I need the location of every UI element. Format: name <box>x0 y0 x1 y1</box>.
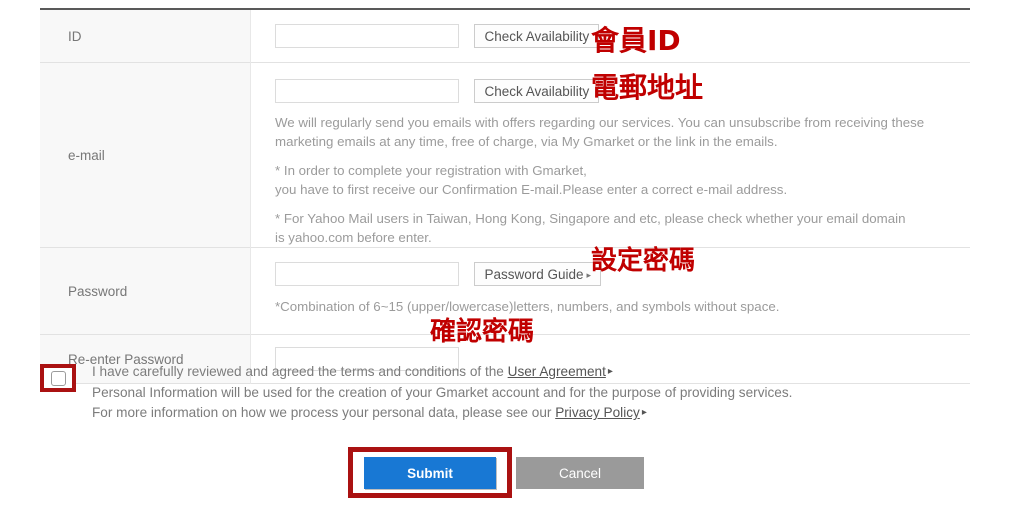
agreement-row: I have carefully reviewed and agreed the… <box>40 362 940 424</box>
table-row-id: ID Check Availability <box>40 9 970 63</box>
submit-button[interactable]: Submit <box>364 457 496 489</box>
check-availability-email-button[interactable]: Check Availability <box>474 79 600 103</box>
user-agreement-link[interactable]: User Agreement <box>508 364 606 379</box>
agreement-line-2: Personal Information will be used for th… <box>92 384 793 400</box>
agreement-line-1-text: I have carefully reviewed and agreed the… <box>92 364 504 379</box>
privacy-policy-link[interactable]: Privacy Policy <box>555 405 640 420</box>
password-guide-button[interactable]: Password Guide ▸ <box>474 262 602 286</box>
table-row-email: e-mail Check Availability We will regula… <box>40 62 970 248</box>
chevron-right-icon: ▸ <box>641 407 647 418</box>
agreement-section: I have carefully reviewed and agreed the… <box>40 362 940 424</box>
row-label-id: ID <box>40 9 251 63</box>
annotation-confirm-password: 確認密碼 <box>430 317 535 347</box>
password-guide-label: Password Guide <box>484 267 584 282</box>
email-confirmation-notice: * In order to complete your registration… <box>275 162 970 199</box>
id-input[interactable] <box>275 24 459 48</box>
email-yahoo-notice-line2: is yahoo.com before enter. <box>275 229 432 245</box>
email-input[interactable] <box>275 79 459 103</box>
agreement-line-3: For more information on how we process y… <box>92 403 792 424</box>
agreement-checkbox[interactable] <box>50 370 66 386</box>
annotation-member-id: 會員ID <box>591 24 681 57</box>
check-availability-id-button[interactable]: Check Availability <box>474 24 600 48</box>
row-label-password: Password <box>40 247 251 335</box>
annotation-set-password: 設定密碼 <box>591 246 696 276</box>
password-requirement-note: *Combination of 6~15 (upper/lowercase)le… <box>275 299 780 314</box>
agreement-line-1: I have carefully reviewed and agreed the… <box>92 362 792 383</box>
agreement-line-3-text: For more information on how we process y… <box>92 405 552 420</box>
annotation-email-address: 電郵地址 <box>591 71 704 104</box>
agreement-text: I have carefully reviewed and agreed the… <box>92 362 792 424</box>
email-yahoo-notice-line1: * For Yahoo Mail users in Taiwan, Hong K… <box>275 211 906 226</box>
password-input[interactable] <box>275 262 459 286</box>
cancel-button[interactable]: Cancel <box>516 457 644 489</box>
email-confirmation-notice-line2: you have to first receive our Confirmati… <box>275 181 788 197</box>
row-label-email: e-mail <box>40 62 251 248</box>
email-marketing-notice: We will regularly send you emails with o… <box>275 115 925 149</box>
chevron-right-icon: ▸ <box>607 366 613 377</box>
email-confirmation-notice-line1: * In order to complete your registration… <box>275 163 587 178</box>
agreement-checkbox-highlight <box>40 364 76 392</box>
